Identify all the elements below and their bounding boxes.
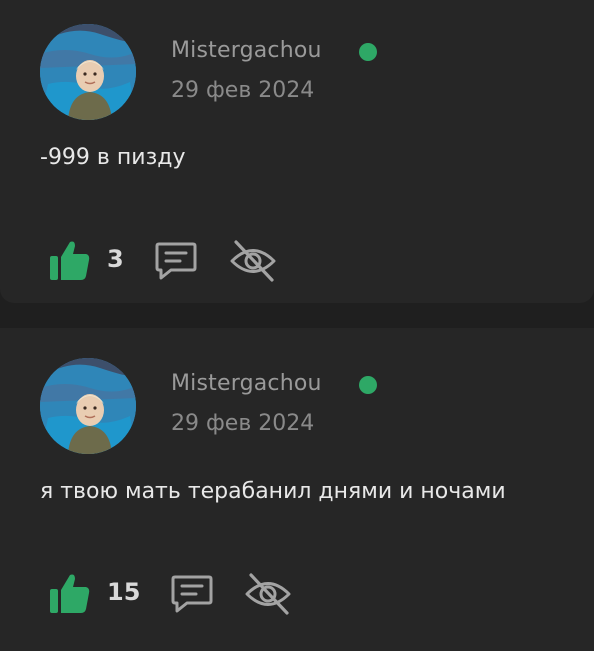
like-button[interactable]	[48, 238, 92, 282]
comment-card: Mistergachou 29 фев 2024 я твою мать тер…	[0, 328, 594, 651]
hidden-eye-icon	[245, 573, 291, 615]
avatar[interactable]	[40, 358, 136, 454]
reply-button[interactable]	[153, 238, 199, 284]
comment-icon	[171, 575, 213, 613]
avatar[interactable]	[40, 24, 136, 120]
hide-button[interactable]	[243, 569, 293, 619]
comment-text: я твою мать терабанил днями и ночами	[40, 479, 506, 504]
username[interactable]: Mistergachou	[171, 371, 322, 396]
comment-date: 29 фев 2024	[171, 411, 315, 436]
online-status-dot	[359, 43, 377, 61]
username[interactable]: Mistergachou	[171, 38, 322, 63]
thumbs-up-icon	[50, 241, 90, 280]
online-status-dot	[359, 376, 377, 394]
reply-button[interactable]	[169, 571, 215, 617]
like-button[interactable]	[48, 571, 92, 615]
avatar-image	[40, 24, 136, 120]
thumbs-up-icon	[50, 574, 90, 613]
hidden-eye-icon	[230, 240, 276, 282]
like-count: 15	[107, 578, 141, 606]
comment-icon	[155, 242, 197, 280]
comment-text: -999 в пизду	[40, 145, 186, 170]
like-count: 3	[107, 245, 124, 273]
comment-card: Mistergachou 29 фев 2024 -999 в пизду 3	[0, 0, 594, 303]
avatar-image	[40, 358, 136, 454]
hide-button[interactable]	[228, 236, 278, 286]
comment-date: 29 фев 2024	[171, 78, 315, 103]
